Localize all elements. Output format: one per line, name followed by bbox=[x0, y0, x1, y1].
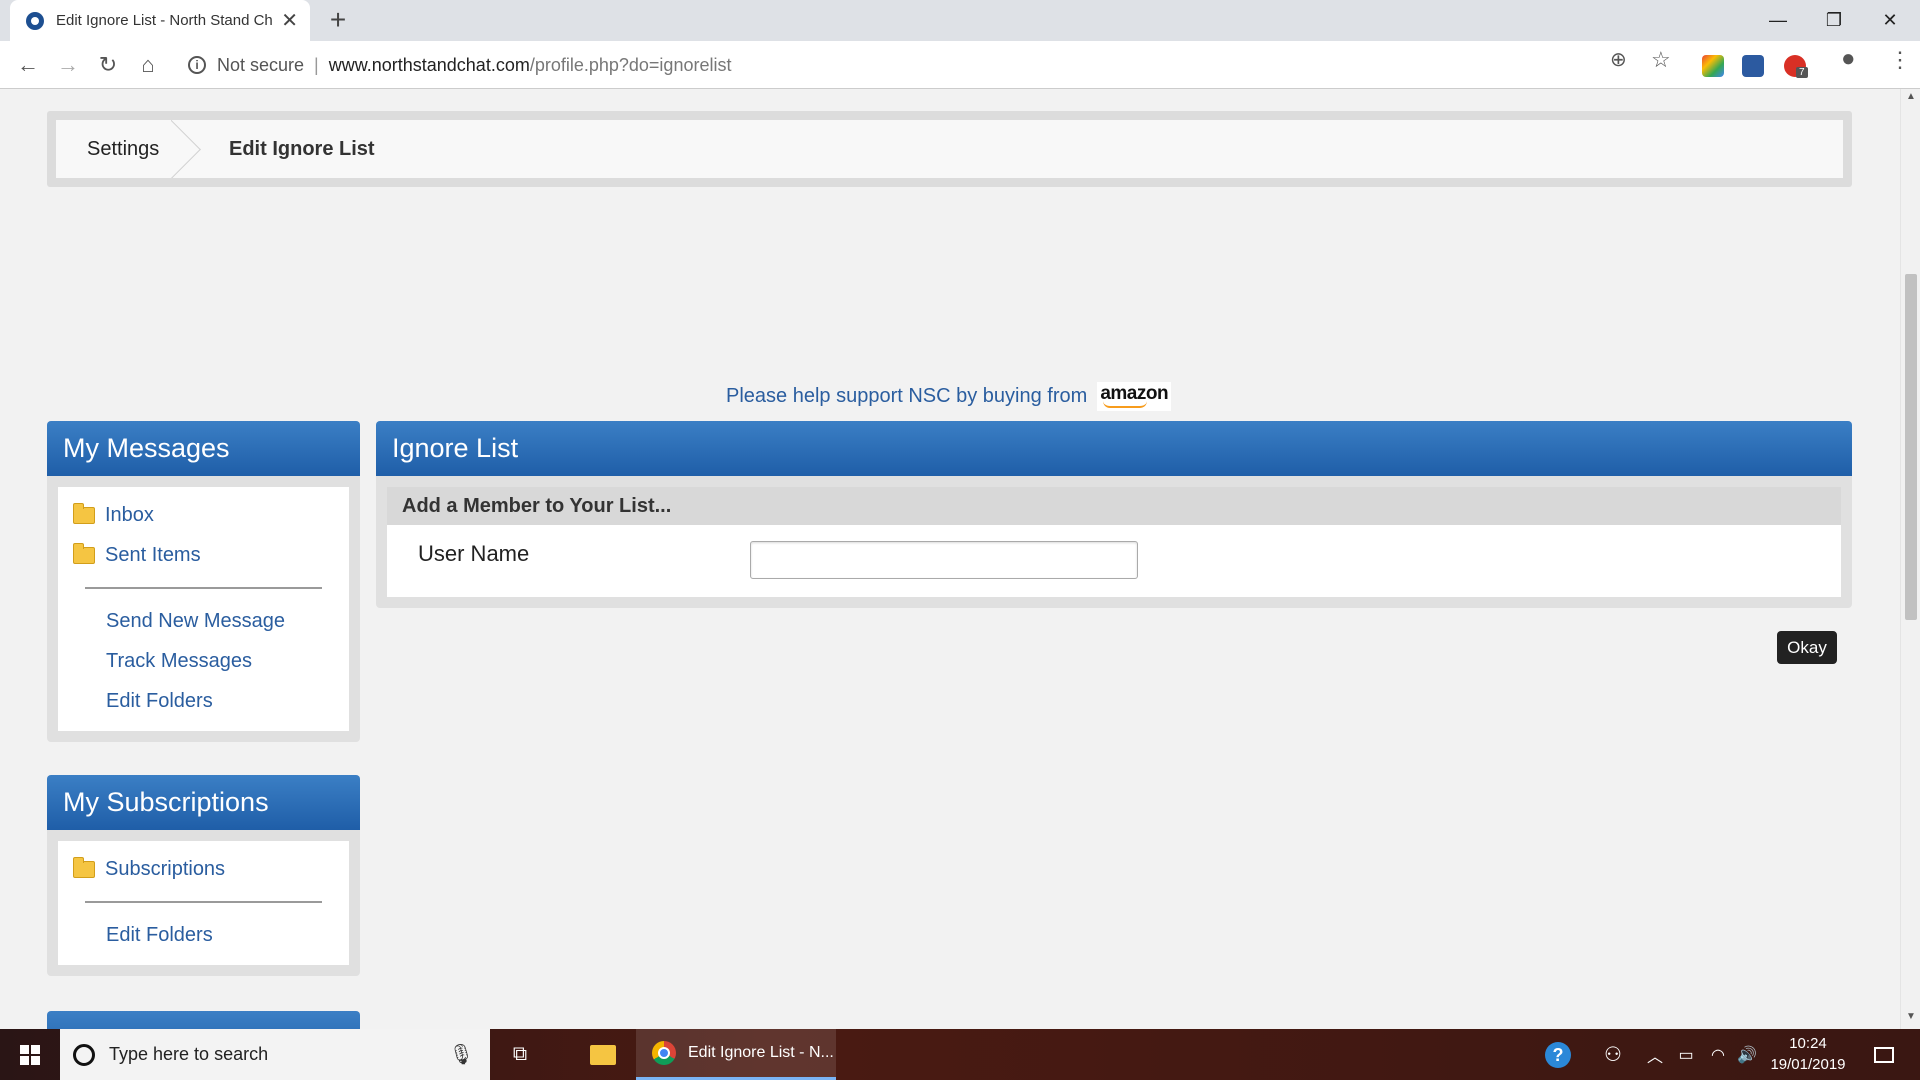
folder-subscriptions[interactable]: Subscriptions bbox=[58, 849, 349, 889]
taskbar-search-placeholder: Type here to search bbox=[109, 1044, 269, 1064]
page-viewport: Settings Edit Ignore List Please help su… bbox=[0, 89, 1900, 1029]
scroll-thumb[interactable] bbox=[1905, 274, 1917, 620]
volume-icon[interactable]: 🔊 bbox=[1733, 1029, 1761, 1080]
send-new-message-link[interactable]: Send New Message bbox=[58, 601, 349, 641]
taskbar-clock[interactable]: 10:24 19/01/2019 bbox=[1768, 1033, 1848, 1075]
hidden-icons-chevron-icon[interactable]: ︿ bbox=[1643, 1029, 1667, 1080]
maximize-button[interactable]: ❐ bbox=[1806, 0, 1862, 41]
track-messages-link[interactable]: Track Messages bbox=[58, 641, 349, 681]
help-icon[interactable]: ? bbox=[1545, 1042, 1571, 1068]
user-name-input[interactable] bbox=[750, 541, 1138, 579]
notifications-icon[interactable] bbox=[1864, 1029, 1904, 1080]
chrome-icon bbox=[652, 1041, 676, 1065]
address-bar[interactable]: i Not secure | www.northstandchat.com /p… bbox=[176, 47, 1666, 83]
account-icon[interactable]: ● bbox=[1841, 45, 1856, 73]
browser-tab[interactable]: Edit Ignore List - North Stand Ch ✕ bbox=[10, 0, 310, 41]
my-messages-list: Inbox Sent Items Send New Message Track … bbox=[58, 487, 349, 731]
url-host: www.northstandchat.com bbox=[328, 54, 530, 75]
zoom-icon[interactable]: ⊕ bbox=[1610, 47, 1627, 72]
support-text[interactable]: Please help support NSC by buying from bbox=[726, 385, 1087, 408]
cortana-icon bbox=[73, 1043, 95, 1066]
amazon-logo-icon[interactable]: amazon bbox=[1097, 382, 1172, 411]
user-name-row: User Name bbox=[387, 525, 1841, 597]
site-favicon-icon bbox=[26, 11, 44, 30]
back-icon[interactable]: ← bbox=[12, 49, 44, 81]
divider bbox=[85, 587, 322, 589]
okay-button[interactable]: Okay bbox=[1777, 631, 1837, 664]
breadcrumb-chevron-icon bbox=[171, 120, 229, 178]
taskbar-app-label: Edit Ignore List - N... bbox=[688, 1044, 834, 1061]
scroll-down-icon[interactable]: ▼ bbox=[1901, 1011, 1920, 1027]
my-subscriptions-list: Subscriptions Edit Folders bbox=[58, 841, 349, 965]
tab-strip: Edit Ignore List - North Stand Ch ✕ + — … bbox=[0, 0, 1920, 41]
divider bbox=[85, 901, 322, 903]
info-icon[interactable]: i bbox=[188, 56, 206, 74]
folder-sent-items[interactable]: Sent Items bbox=[58, 535, 349, 575]
folder-icon bbox=[73, 542, 95, 564]
next-panel-header bbox=[47, 1011, 360, 1029]
bookmark-star-icon[interactable]: ☆ bbox=[1651, 47, 1671, 73]
folder-icon bbox=[73, 502, 95, 524]
forward-icon[interactable]: → bbox=[52, 49, 84, 81]
clock-date: 19/01/2019 bbox=[1770, 1056, 1846, 1073]
new-tab-button[interactable]: + bbox=[322, 5, 354, 37]
url-path: /profile.php?do=ignorelist bbox=[529, 54, 732, 75]
task-view-icon[interactable]: ⧉ bbox=[500, 1029, 540, 1080]
windows-taskbar: Type here to search 🎙 ⧉ Edit Ignore List… bbox=[0, 1029, 1920, 1080]
page-scrollbar[interactable]: ▲ ▼ bbox=[1900, 89, 1920, 1029]
support-banner[interactable]: Please help support NSC by buying from a… bbox=[726, 382, 1172, 411]
menu-icon[interactable]: ⋮ bbox=[1889, 47, 1911, 73]
security-label: Not secure bbox=[217, 54, 305, 75]
reload-icon[interactable]: ↻ bbox=[92, 49, 124, 81]
browser-toolbar: ← → ↻ ⌂ i Not secure | www.northstandcha… bbox=[0, 41, 1920, 89]
breadcrumb: Settings Edit Ignore List bbox=[47, 111, 1852, 187]
extension-home-icon[interactable] bbox=[1702, 55, 1724, 77]
file-explorer-icon[interactable] bbox=[580, 1029, 626, 1080]
extension-badge-count: 7 bbox=[1796, 67, 1808, 78]
clock-time: 10:24 bbox=[1789, 1035, 1827, 1052]
my-messages-title: My Messages bbox=[47, 421, 360, 476]
breadcrumb-settings-link[interactable]: Settings bbox=[56, 138, 186, 161]
folder-inbox[interactable]: Inbox bbox=[58, 495, 349, 535]
minimize-button[interactable]: — bbox=[1750, 0, 1806, 41]
user-name-label: User Name bbox=[418, 541, 530, 566]
address-separator: | bbox=[314, 54, 319, 75]
microphone-icon[interactable]: 🎙 bbox=[449, 1042, 474, 1067]
folder-subscriptions-label[interactable]: Subscriptions bbox=[105, 858, 225, 881]
folder-sent-items-label[interactable]: Sent Items bbox=[105, 544, 201, 567]
close-window-button[interactable]: ✕ bbox=[1862, 0, 1918, 41]
folder-icon bbox=[73, 856, 95, 878]
breadcrumb-current: Edit Ignore List bbox=[229, 137, 375, 160]
start-button[interactable] bbox=[0, 1029, 60, 1080]
subscriptions-edit-folders-link[interactable]: Edit Folders bbox=[58, 915, 349, 955]
wifi-icon[interactable]: ◠ bbox=[1704, 1029, 1732, 1080]
taskbar-search[interactable]: Type here to search 🎙 bbox=[60, 1029, 490, 1080]
windows-logo-icon bbox=[20, 1044, 40, 1065]
my-messages-panel: My Messages Inbox Sent Items Send New Me… bbox=[47, 421, 360, 742]
battery-icon[interactable]: ▭ bbox=[1672, 1029, 1700, 1080]
tab-title: Edit Ignore List - North Stand Ch bbox=[56, 12, 273, 29]
ignore-list-title: Ignore List bbox=[376, 421, 1852, 476]
add-member-subheader: Add a Member to Your List... bbox=[387, 487, 1841, 525]
my-subscriptions-title: My Subscriptions bbox=[47, 775, 360, 830]
taskbar-chrome-app[interactable]: Edit Ignore List - N... bbox=[636, 1029, 836, 1080]
folder-inbox-label[interactable]: Inbox bbox=[105, 504, 154, 527]
extension-badge-icon[interactable]: 7 bbox=[1784, 55, 1808, 78]
close-tab-icon[interactable]: ✕ bbox=[281, 8, 298, 33]
scroll-up-icon[interactable]: ▲ bbox=[1901, 91, 1920, 107]
home-icon[interactable]: ⌂ bbox=[132, 49, 164, 81]
ignore-list-panel: Ignore List Add a Member to Your List...… bbox=[376, 421, 1852, 608]
people-icon[interactable]: ⚇ bbox=[1598, 1029, 1628, 1080]
my-subscriptions-panel: My Subscriptions Subscriptions Edit Fold… bbox=[47, 775, 360, 976]
edit-folders-link[interactable]: Edit Folders bbox=[58, 681, 349, 721]
extension-star-icon[interactable] bbox=[1742, 55, 1764, 77]
